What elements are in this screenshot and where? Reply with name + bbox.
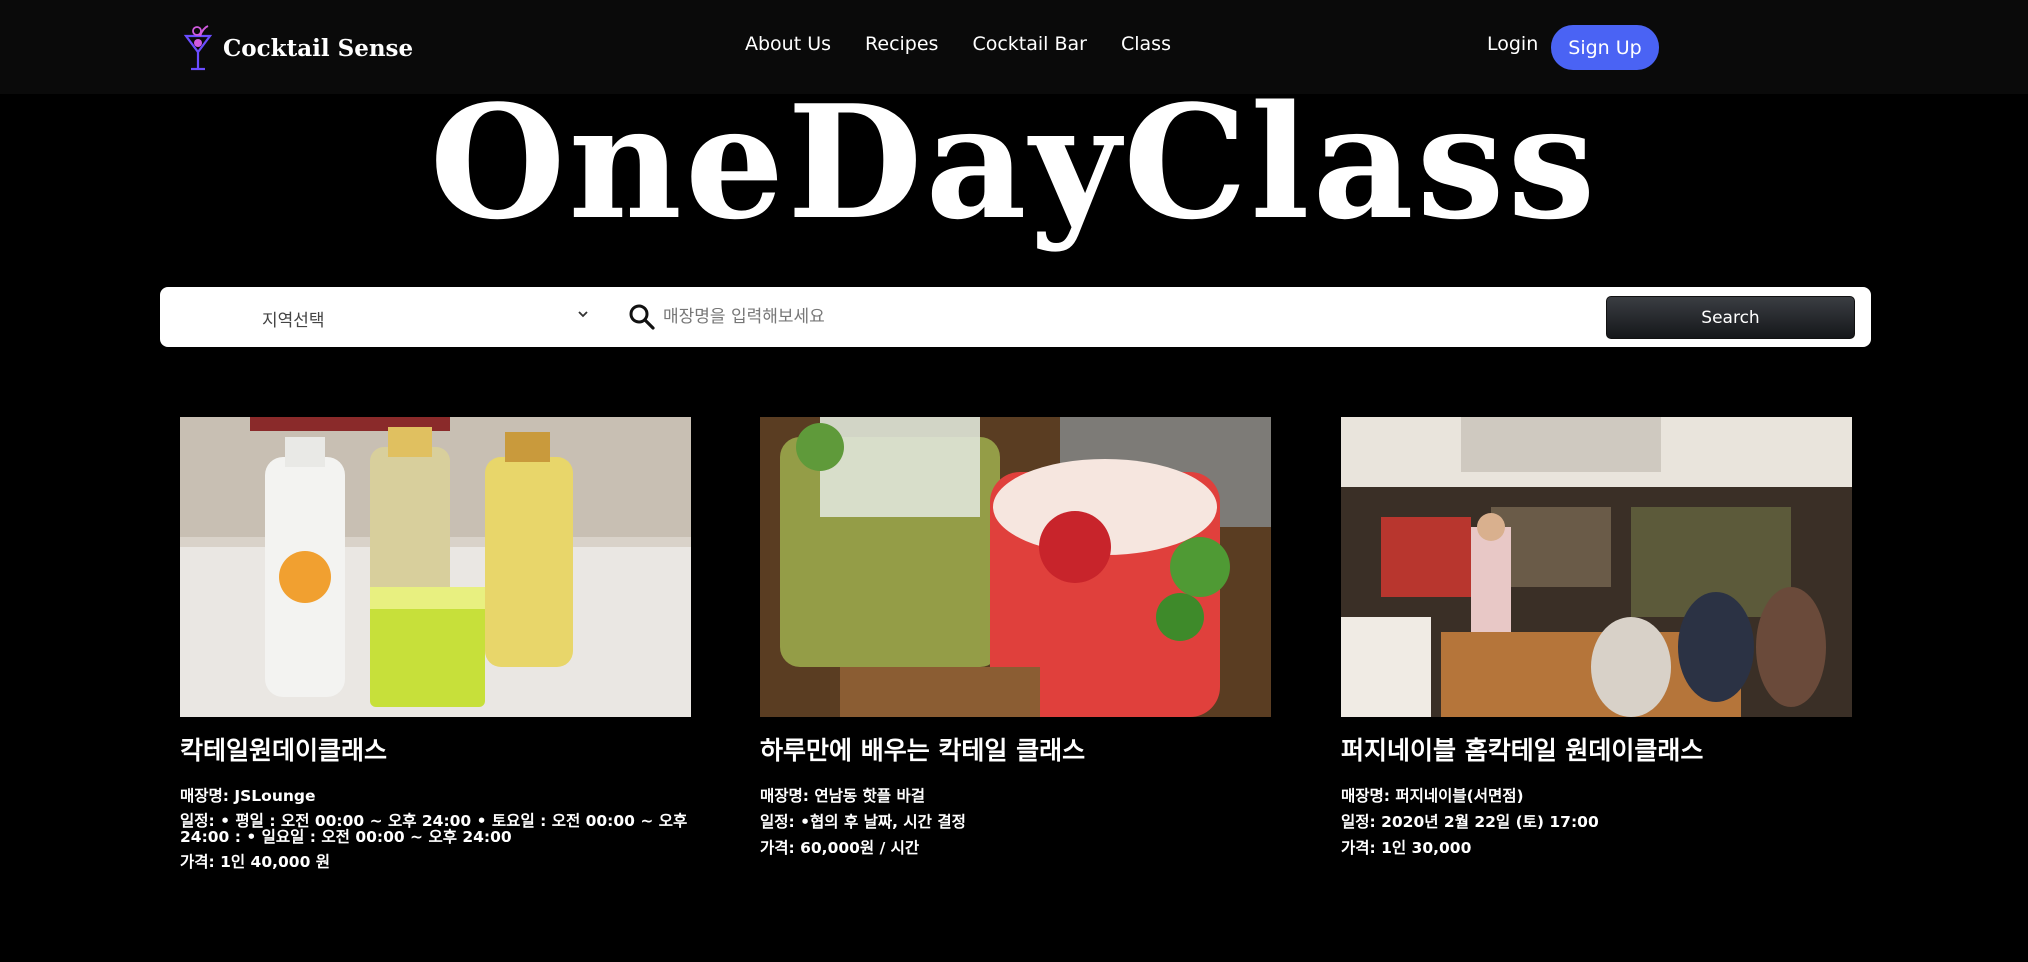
region-select-label: 지역선택 bbox=[262, 310, 325, 331]
class-title[interactable]: 하루만에 배우는 칵테일 클래스 bbox=[760, 731, 1271, 767]
class-store: 매장명: 퍼지네이블(서면점) bbox=[1341, 787, 1524, 805]
class-info: 매장명: 연남동 핫플 바걸 일정: •협의 후 날짜, 시간 결정 가격: 6… bbox=[760, 787, 1271, 857]
class-price: 가격: 60,000원 / 시간 bbox=[760, 839, 920, 857]
chevron-down-icon bbox=[578, 311, 588, 318]
class-card: 하루만에 배우는 칵테일 클래스 매장명: 연남동 핫플 바걸 일정: •협의 … bbox=[760, 417, 1271, 865]
class-info: 매장명: 퍼지네이블(서면점) 일정: 2020년 2월 22일 (토) 17:… bbox=[1341, 787, 1852, 857]
class-image-cocktails[interactable] bbox=[760, 417, 1271, 717]
class-schedule: 일정: • 평일 : 오전 00:00 ~ 오후 24:00 • 토요일 : 오… bbox=[180, 812, 688, 846]
class-card: 퍼지네이블 홈칵테일 원데이클래스 매장명: 퍼지네이블(서면점) 일정: 20… bbox=[1341, 417, 1852, 865]
class-schedule: 일정: •협의 후 날짜, 시간 결정 bbox=[760, 813, 966, 831]
class-title[interactable]: 퍼지네이블 홈칵테일 원데이클래스 bbox=[1341, 731, 1852, 767]
brand-logo[interactable]: Cocktail Sense bbox=[183, 22, 413, 74]
region-select[interactable]: 지역선택 bbox=[262, 303, 590, 333]
nav-cocktail-bar[interactable]: Cocktail Bar bbox=[972, 33, 1087, 55]
class-card: 칵테일원데이클래스 매장명: JSLounge 일정: • 평일 : 오전 00… bbox=[180, 417, 691, 879]
class-store: 매장명: 연남동 핫플 바걸 bbox=[760, 787, 925, 805]
class-image-bar-interior[interactable] bbox=[1341, 417, 1852, 717]
nav-recipes[interactable]: Recipes bbox=[865, 33, 938, 55]
brand-name: Cocktail Sense bbox=[223, 34, 414, 62]
signup-button[interactable]: Sign Up bbox=[1551, 25, 1659, 70]
nav-class[interactable]: Class bbox=[1121, 33, 1171, 55]
nav-about-us[interactable]: About Us bbox=[745, 33, 831, 55]
class-price: 가격: 1인 30,000 bbox=[1341, 839, 1472, 857]
class-info: 매장명: JSLounge 일정: • 평일 : 오전 00:00 ~ 오후 2… bbox=[180, 787, 691, 871]
class-image-liqueur-bottles[interactable] bbox=[180, 417, 691, 717]
class-price: 가격: 1인 40,000 원 bbox=[180, 853, 331, 871]
search-bar: 지역선택 Search bbox=[160, 287, 1871, 347]
search-button[interactable]: Search bbox=[1606, 296, 1855, 339]
store-search-input[interactable] bbox=[663, 298, 1748, 336]
cocktail-glass-icon bbox=[183, 25, 213, 71]
class-title[interactable]: 칵테일원데이클래스 bbox=[180, 731, 691, 767]
search-icon bbox=[629, 304, 655, 330]
class-schedule: 일정: 2020년 2월 22일 (토) 17:00 bbox=[1341, 813, 1599, 831]
login-link[interactable]: Login bbox=[1487, 33, 1538, 55]
main-nav: About Us Recipes Cocktail Bar Class bbox=[745, 33, 1171, 55]
class-store: 매장명: JSLounge bbox=[180, 787, 316, 805]
page-title: OneDayClass bbox=[429, 71, 1599, 254]
